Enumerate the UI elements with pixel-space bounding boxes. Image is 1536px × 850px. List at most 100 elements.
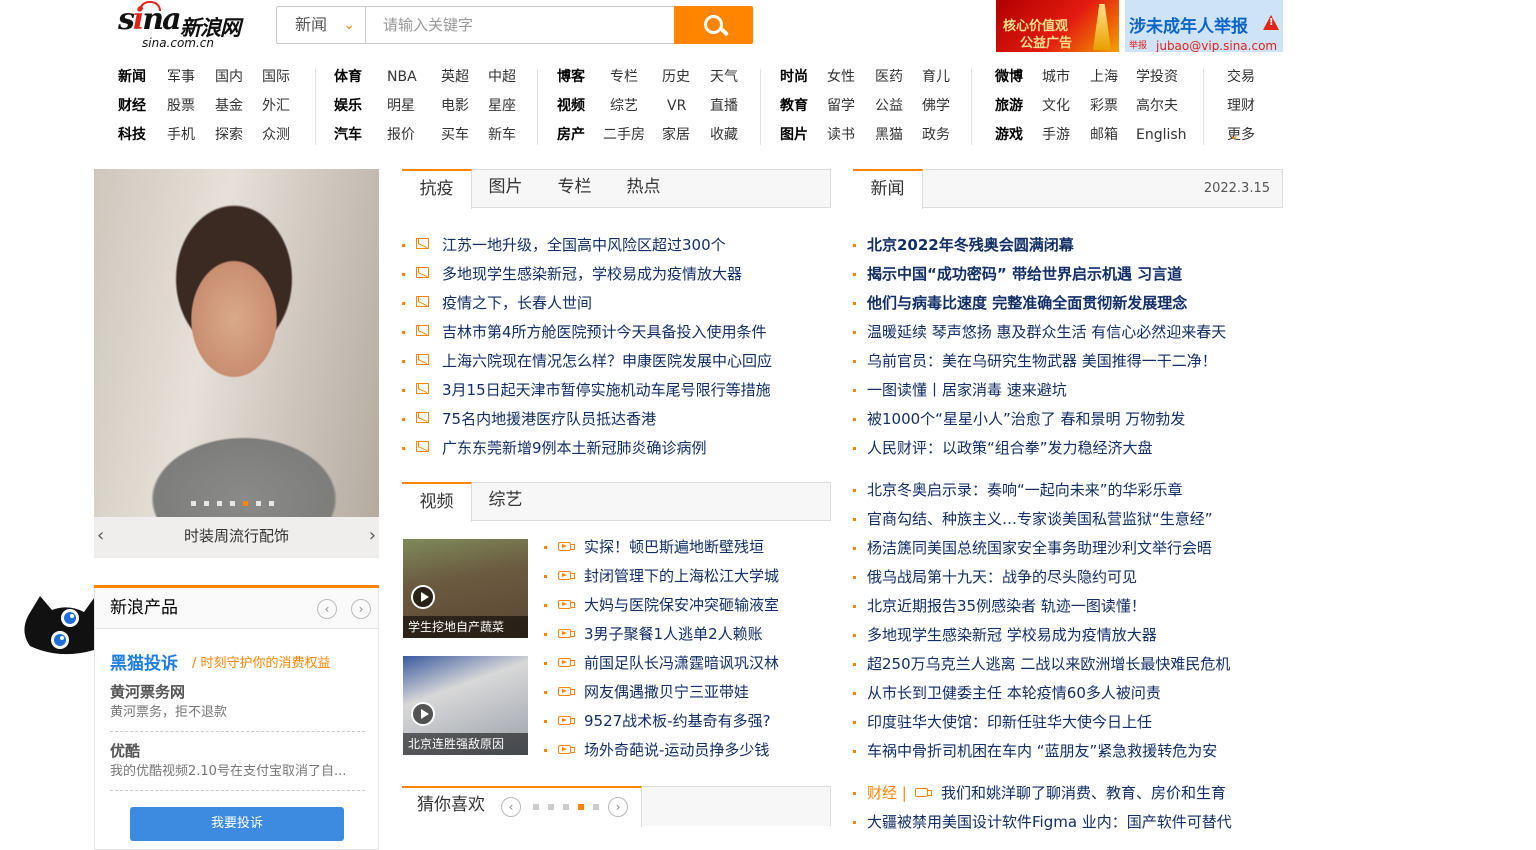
list-item[interactable]: 车祸中骨折司机困在车内 “蓝朋友”紧急救援转危为安 bbox=[853, 737, 1283, 766]
list-item[interactable]: 3月15日起天津市暂停实施机动车尾号限行等措施 bbox=[402, 376, 832, 405]
nav-link[interactable]: 高尔夫 bbox=[1136, 92, 1178, 121]
list-item[interactable]: 他们与病毒比速度 完整准确全面贯彻新发展理念 bbox=[853, 289, 1283, 318]
nav-link[interactable]: 旅游 bbox=[995, 92, 1023, 121]
list-item[interactable]: 疫情之下，长春人世间 bbox=[402, 289, 832, 318]
tab-pictures[interactable]: 图片 bbox=[478, 169, 533, 208]
list-item[interactable]: 俄乌战局第十九天：战争的尽头隐约可见 bbox=[853, 563, 1283, 592]
nav-link[interactable]: 教育 bbox=[780, 92, 808, 121]
nav-link[interactable]: 理财 bbox=[1227, 92, 1255, 121]
list-item[interactable]: 上海六院现在情况怎么样？申康医院发展中心回应 bbox=[402, 347, 832, 376]
nav-link[interactable]: VR bbox=[667, 92, 686, 121]
nav-link[interactable]: 明星 bbox=[387, 92, 415, 121]
video-thumbnail[interactable]: 北京连胜强敌原因 bbox=[403, 656, 528, 755]
list-item[interactable]: 前国足队长冯潇霆暗讽巩汉林 bbox=[544, 649, 834, 678]
chevron-left-icon[interactable]: ‹ bbox=[317, 599, 337, 619]
list-item[interactable]: 优酷 我的优酷视频2.10号在支付宝取消了自... bbox=[110, 740, 365, 791]
nav-link[interactable]: 交易 bbox=[1227, 63, 1255, 92]
list-item[interactable]: 黄河票务网 黄河票务，拒不退款 bbox=[110, 681, 365, 732]
tab-epidemic[interactable]: 抗疫 bbox=[402, 169, 472, 209]
nav-link[interactable]: 上海 bbox=[1090, 63, 1118, 92]
nav-link[interactable]: 买车 bbox=[441, 121, 469, 150]
nav-link[interactable]: 财经 bbox=[118, 92, 146, 121]
video-thumbnail[interactable]: 学生挖地自产蔬菜 bbox=[403, 539, 528, 638]
list-item[interactable]: 乌前官员：美在乌研究生物武器 美国推得一干二净！ bbox=[853, 347, 1283, 376]
list-item[interactable]: 人民财评：以政策“组合拳”发力稳经济大盘 bbox=[853, 434, 1283, 463]
nav-link[interactable]: 家居 bbox=[662, 121, 690, 150]
nav-link[interactable]: 军事 bbox=[167, 63, 195, 92]
chevron-right-icon[interactable]: › bbox=[369, 527, 376, 545]
tab-video[interactable]: 视频 bbox=[402, 482, 472, 522]
chevron-right-icon[interactable]: › bbox=[351, 599, 371, 619]
nav-link[interactable]: 综艺 bbox=[610, 92, 638, 121]
nav-link[interactable]: 收藏 bbox=[710, 121, 738, 150]
list-item[interactable]: 75名内地援港医疗队员抵达香港 bbox=[402, 405, 832, 434]
nav-link[interactable]: 城市 bbox=[1042, 63, 1070, 92]
list-item[interactable]: 被1000个“星星小人”治愈了 春和景明 万物勃发 bbox=[853, 405, 1283, 434]
list-item[interactable]: 实探！顿巴斯遍地断壁残垣 bbox=[544, 533, 834, 562]
nav-link[interactable]: 国际 bbox=[262, 63, 290, 92]
guess-dot[interactable] bbox=[533, 804, 539, 810]
chevron-right-icon[interactable]: › bbox=[608, 797, 628, 817]
nav-link[interactable]: 英超 bbox=[441, 63, 469, 92]
nav-link[interactable]: 中超 bbox=[488, 63, 516, 92]
chevron-left-icon[interactable]: ‹ bbox=[501, 797, 521, 817]
nav-link[interactable]: 专栏 bbox=[610, 63, 638, 92]
list-item[interactable]: 大疆被禁用美国设计软件Figma 业内：国产软件可替代 bbox=[853, 808, 1283, 837]
sina-logo[interactable]: sina 新浪网 sina.com.cn bbox=[118, 1, 250, 50]
list-item[interactable]: 北京近期报告35例感染者 轨迹一图读懂！ bbox=[853, 592, 1283, 621]
complain-button[interactable]: 我要投诉 bbox=[130, 807, 344, 841]
carousel-dot[interactable] bbox=[269, 501, 274, 506]
finance-category[interactable]: 财经 | bbox=[867, 779, 907, 808]
list-item[interactable]: 网友偶遇撒贝宁三亚带娃 bbox=[544, 678, 834, 707]
carousel-dot[interactable] bbox=[191, 501, 196, 506]
list-item[interactable]: 多地现学生感染新冠 学校易成为疫情放大器 bbox=[853, 621, 1283, 650]
nav-link[interactable]: 育儿 bbox=[922, 63, 950, 92]
nav-link[interactable]: 历史 bbox=[662, 63, 690, 92]
carousel-dot[interactable] bbox=[217, 501, 222, 506]
nav-link[interactable]: 手游 bbox=[1042, 121, 1070, 150]
nav-link[interactable]: 星座 bbox=[488, 92, 516, 121]
list-item[interactable]: 吉林市第4所方舱医院预计今天具备投入使用条件 bbox=[402, 318, 832, 347]
nav-link[interactable]: 国内 bbox=[215, 63, 243, 92]
nav-link[interactable]: 政务 bbox=[922, 121, 950, 150]
core-values-ad[interactable]: 核心价值观 公益广告 bbox=[996, 0, 1119, 52]
carousel-photo[interactable] bbox=[94, 169, 379, 517]
list-item[interactable]: 大妈与医院保安冲突砸输液室 bbox=[544, 591, 834, 620]
nav-link[interactable]: 二手房 bbox=[603, 121, 645, 150]
tab-news[interactable]: 新闻 bbox=[853, 169, 923, 209]
search-category-select[interactable]: 新闻 ⌄ bbox=[277, 7, 366, 43]
list-item[interactable]: 多地现学生感染新冠，学校易成为疫情放大器 bbox=[402, 260, 832, 289]
nav-link[interactable]: 黑猫 bbox=[875, 121, 903, 150]
list-item[interactable]: 印度驻华大使馆：印新任驻华大使今日上任 bbox=[853, 708, 1283, 737]
carousel-caption[interactable]: 时装周流行配饰 bbox=[94, 517, 379, 555]
list-item[interactable]: 超250万乌克兰人逃离 二战以来欧洲增长最快难民危机 bbox=[853, 650, 1283, 679]
nav-link[interactable]: NBA bbox=[387, 63, 417, 92]
nav-link[interactable]: 房产 bbox=[557, 121, 585, 150]
nav-link[interactable]: 直播 bbox=[710, 92, 738, 121]
nav-link[interactable]: 众测 bbox=[262, 121, 290, 150]
nav-link[interactable]: 邮箱 bbox=[1090, 121, 1118, 150]
nav-link[interactable]: 基金 bbox=[215, 92, 243, 121]
nav-link[interactable]: 外汇 bbox=[262, 92, 290, 121]
nav-link[interactable]: 留学 bbox=[827, 92, 855, 121]
nav-link[interactable]: 公益 bbox=[875, 92, 903, 121]
nav-link[interactable]: 手机 bbox=[167, 121, 195, 150]
list-item[interactable]: 从市长到卫健委主任 本轮疫情60多人被问责 bbox=[853, 679, 1283, 708]
carousel-dot[interactable] bbox=[230, 501, 235, 506]
minor-report-ad[interactable]: 涉未成年人举报 举报 jubao@vip.sina.com bbox=[1125, 0, 1283, 52]
heimao-complaint-link[interactable]: 黑猫投诉 bbox=[110, 649, 178, 674]
nav-link[interactable]: 报价 bbox=[387, 121, 415, 150]
list-item[interactable]: 3男子聚餐1人逃单2人赖账 bbox=[544, 620, 834, 649]
black-cat-mascot-icon[interactable] bbox=[20, 590, 96, 658]
search-button[interactable] bbox=[674, 6, 753, 44]
carousel-dot[interactable] bbox=[243, 501, 248, 506]
list-item[interactable]: 北京冬奥启示录：奏响“一起向未来”的华彩乐章 bbox=[853, 476, 1283, 505]
nav-link[interactable]: 娱乐 bbox=[334, 92, 362, 121]
nav-link[interactable]: 新车 bbox=[488, 121, 516, 150]
nav-link[interactable]: English bbox=[1136, 121, 1187, 150]
carousel-dot[interactable] bbox=[256, 501, 261, 506]
nav-link[interactable]: 文化 bbox=[1042, 92, 1070, 121]
list-item[interactable]: 9527战术板-约基奇有多强? bbox=[544, 707, 834, 736]
nav-link[interactable]: 探索 bbox=[215, 121, 243, 150]
list-item[interactable]: 广东东莞新增9例本土新冠肺炎确诊病例 bbox=[402, 434, 832, 463]
